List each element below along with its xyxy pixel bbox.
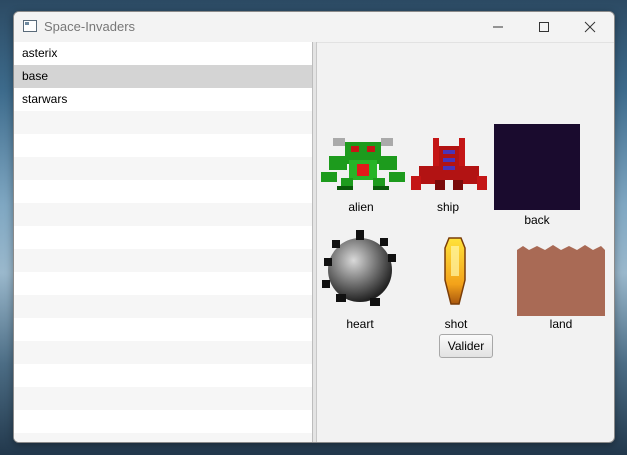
sprite-label-alien: alien (348, 200, 374, 214)
maximize-button[interactable] (521, 12, 567, 42)
land-tile-icon (517, 245, 605, 316)
sprite-label-heart: heart (346, 317, 374, 331)
empty-row (14, 410, 312, 433)
minimize-icon (493, 26, 503, 28)
theme-list[interactable]: asterix base starwars (14, 42, 313, 442)
close-icon (584, 21, 596, 33)
empty-row (14, 433, 312, 442)
sprite-label-ship: ship (436, 200, 459, 214)
heart-icon (322, 230, 396, 306)
sprite-label-back: back (524, 213, 550, 227)
alien-icon (321, 138, 405, 190)
app-window: Space-Invaders asterix base starwars ali… (13, 11, 615, 443)
empty-row (14, 180, 312, 203)
validate-button[interactable]: Valider (439, 334, 493, 358)
minimize-button[interactable] (475, 12, 521, 42)
maximize-icon (539, 22, 549, 32)
empty-row (14, 157, 312, 180)
empty-row (14, 249, 312, 272)
window-title: Space-Invaders (44, 19, 136, 34)
empty-row (14, 226, 312, 249)
list-item-asterix[interactable]: asterix (14, 42, 312, 65)
empty-row (14, 318, 312, 341)
split-divider[interactable] (313, 42, 317, 442)
ship-icon (411, 138, 487, 190)
shot-icon (444, 237, 466, 305)
list-item-starwars[interactable]: starwars (14, 88, 312, 111)
empty-row (14, 272, 312, 295)
empty-row (14, 203, 312, 226)
empty-row (14, 111, 312, 134)
list-item-base[interactable]: base (14, 65, 312, 88)
title-bar: Space-Invaders (14, 12, 614, 43)
empty-row (14, 364, 312, 387)
empty-row (14, 341, 312, 364)
sprite-label-land: land (549, 317, 573, 331)
close-button[interactable] (567, 12, 613, 42)
empty-row (14, 134, 312, 157)
back-tile-icon (494, 124, 580, 210)
empty-row (14, 387, 312, 410)
empty-row (14, 295, 312, 318)
sprite-label-shot: shot (444, 317, 468, 331)
app-icon (23, 20, 37, 32)
